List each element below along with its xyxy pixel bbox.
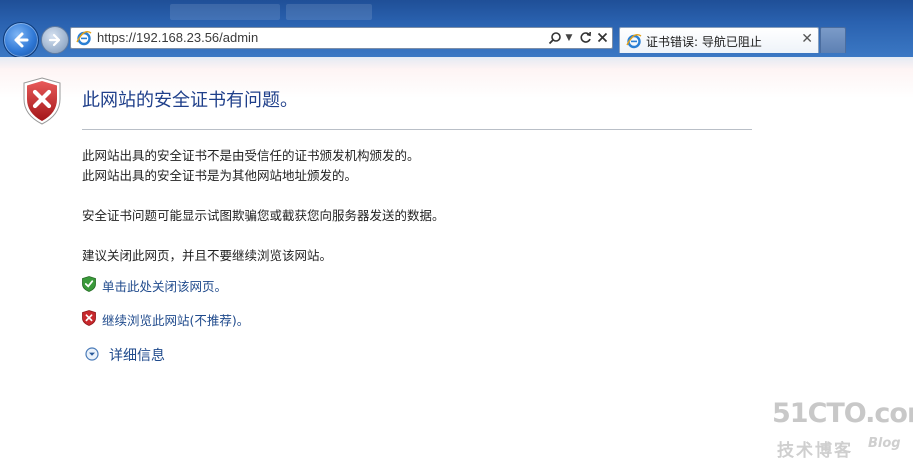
red-shield-x-icon	[82, 310, 96, 326]
more-info-label[interactable]: 详细信息	[109, 345, 165, 365]
forward-button[interactable]	[41, 26, 69, 54]
green-shield-check-icon	[82, 276, 96, 292]
warning-text: 安全证书问题可能显示试图欺骗您或截获您向服务器发送的数据。	[82, 208, 445, 223]
tab-title: 证书错误: 导航已阻止	[646, 35, 762, 49]
chevron-down-icon[interactable]: ▼	[564, 29, 574, 47]
chevron-down-circle-icon	[85, 347, 99, 361]
close-icon[interactable]: ✕	[801, 31, 813, 47]
stop-icon[interactable]	[594, 29, 610, 47]
back-arrow-icon	[14, 32, 29, 48]
ie-icon	[76, 30, 92, 46]
ie-icon	[626, 33, 642, 49]
watermark-subtitle: 技术博客	[777, 441, 853, 461]
watermark-logo: 51CTO.com	[772, 398, 913, 429]
browser-toolbar: https://192.168.23.56/admin ▼ 证书错误: 导航已阻…	[0, 0, 913, 57]
tab-certificate-error[interactable]: 证书错误: 导航已阻止 ✕	[619, 27, 819, 53]
continue-link[interactable]: 继续浏览此网站(不推荐)。	[102, 310, 249, 329]
address-url[interactable]: https://192.168.23.56/admin	[97, 30, 258, 45]
error-shield-icon	[23, 77, 61, 125]
recommendation-text: 建议关闭此网页，并且不要继续浏览该网站。	[82, 248, 333, 263]
reason-untrusted: 此网站出具的安全证书不是由受信任的证书颁发机构颁发的。	[82, 148, 420, 163]
page-title: 此网站的安全证书有问题。	[82, 90, 298, 111]
toolbar-shadow	[0, 57, 913, 69]
address-bar[interactable]: https://192.168.23.56/admin ▼	[70, 27, 613, 49]
reason-mismatch: 此网站出具的安全证书是为其他网站地址颁发的。	[82, 168, 358, 183]
search-icon[interactable]	[547, 29, 563, 47]
watermark-blog: Blog	[868, 436, 901, 451]
close-page-link[interactable]: 单击此处关闭该网页。	[102, 276, 227, 295]
back-button[interactable]	[3, 22, 39, 57]
divider	[82, 129, 752, 130]
background-window-title	[170, 4, 280, 20]
background-window-title	[286, 4, 372, 20]
new-tab-button[interactable]	[820, 27, 846, 53]
refresh-icon[interactable]	[577, 29, 593, 47]
forward-arrow-icon	[48, 33, 61, 47]
